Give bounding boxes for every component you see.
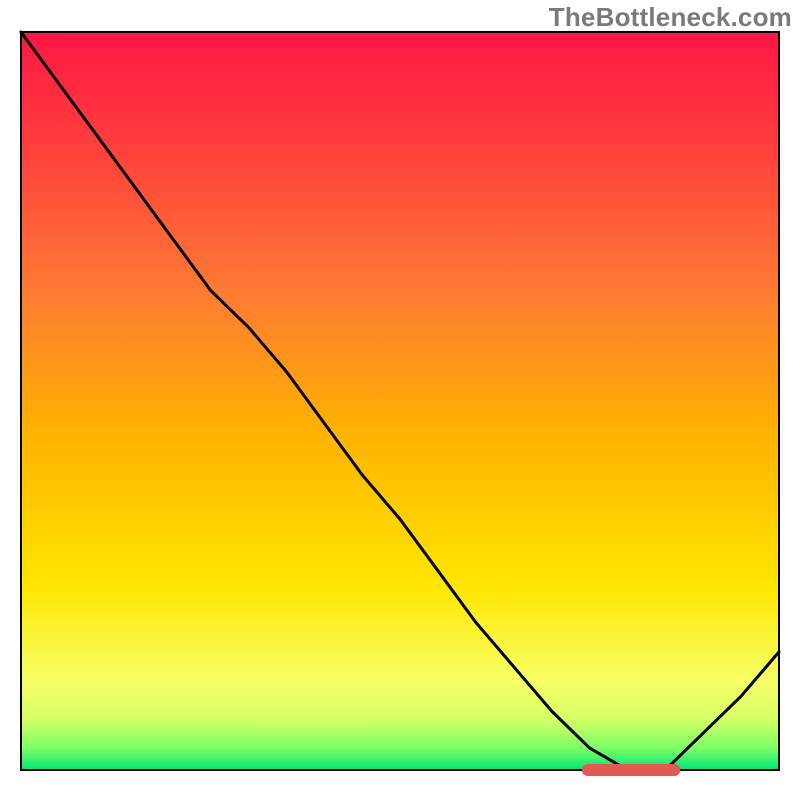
bottleneck-chart bbox=[0, 0, 800, 800]
plot-background bbox=[21, 32, 779, 770]
chart-stage: { "watermark": "TheBottleneck.com", "col… bbox=[0, 0, 800, 800]
optimal-range-marker bbox=[582, 764, 681, 776]
